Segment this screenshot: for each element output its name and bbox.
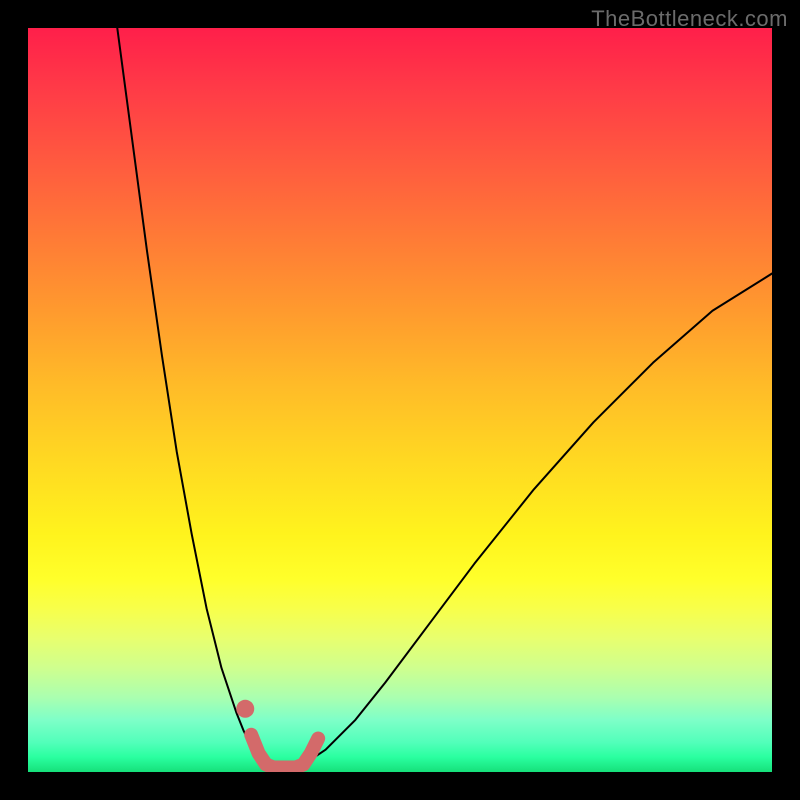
highlight-band [251, 735, 318, 768]
curve-overlay [28, 28, 772, 772]
highlight-dot [236, 700, 254, 718]
plot-area [28, 28, 772, 772]
chart-frame: TheBottleneck.com [0, 0, 800, 800]
watermark-text: TheBottleneck.com [591, 6, 788, 32]
curve-left [117, 28, 266, 765]
curve-right [303, 274, 772, 765]
